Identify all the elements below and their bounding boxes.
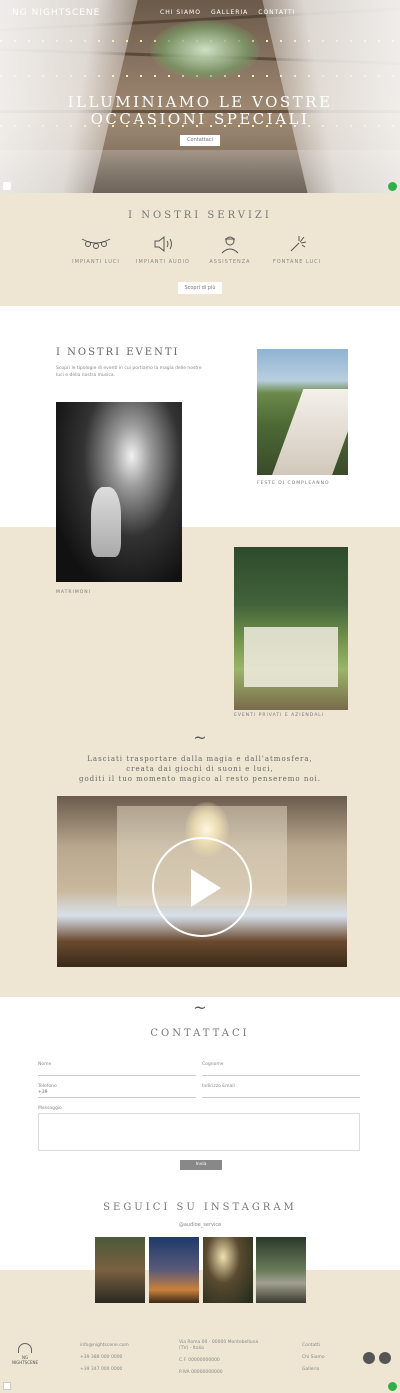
phone-field[interactable]: +39 <box>38 1090 196 1098</box>
string-lights-icon <box>81 238 111 249</box>
speaker-icon <box>154 235 172 253</box>
services-title: I NOSTRI SERVIZI <box>128 210 272 221</box>
instagram-icon[interactable] <box>363 1352 375 1364</box>
phone-label: Telefono <box>38 1084 57 1089</box>
floral-chandelier <box>150 20 260 80</box>
instagram-post[interactable] <box>149 1237 199 1303</box>
technician-icon <box>221 236 239 254</box>
message-textarea[interactable] <box>38 1113 360 1151</box>
email-label: Indirizzo Email <box>202 1084 235 1089</box>
events-title: I NOSTRI EVENTI <box>56 347 180 358</box>
footer-link-contatti[interactable]: Contatti <box>302 1343 325 1349</box>
footer-address: Via Roma 00 - 00000 Montebelluna (TV) - … <box>179 1340 259 1375</box>
contact-title: CONTATTACI <box>150 1028 250 1039</box>
event-photo-private[interactable] <box>234 547 348 710</box>
email-field[interactable] <box>202 1090 360 1098</box>
instagram-post[interactable] <box>256 1237 306 1303</box>
service-impianti-luci[interactable]: IMPIANTI LUCI <box>66 233 126 265</box>
accessibility-icon[interactable] <box>3 182 11 190</box>
event-caption-birthday[interactable]: FESTE DI COMPLEANNO <box>257 481 330 486</box>
footer-links: Contatti Chi Siamo Galleria <box>302 1343 325 1373</box>
site-logo[interactable]: NG NIGHTSCENE <box>12 8 100 18</box>
facebook-icon[interactable] <box>379 1352 391 1364</box>
message-label: Messaggio <box>38 1106 62 1111</box>
whatsapp-icon[interactable] <box>388 1382 397 1391</box>
services-section: I NOSTRI SERVIZI IMPIANTI LUCI IMPIANTI … <box>0 193 400 306</box>
nav-item-contatti[interactable]: CONTATTI <box>258 9 295 16</box>
footer-link-galleria[interactable]: Galleria <box>302 1367 325 1373</box>
event-caption-wedding[interactable]: MATRIMONI <box>56 590 91 595</box>
event-caption-private[interactable]: EVENTI PRIVATI E AZIENDALI <box>234 713 324 718</box>
surname-label: Cognome <box>202 1062 224 1067</box>
accessibility-icon[interactable] <box>3 1382 11 1390</box>
logo-mark-icon <box>18 1343 32 1353</box>
hero-contact-button[interactable]: Contattaci <box>180 135 220 146</box>
name-field[interactable] <box>38 1068 196 1076</box>
events-description: Scopri le tipologie di eventi in cui por… <box>56 366 202 378</box>
nav-item-chi-siamo[interactable]: CHI SIAMO <box>160 9 201 16</box>
event-photo-wedding[interactable] <box>56 402 182 582</box>
event-photo-birthday[interactable] <box>257 349 348 475</box>
footer-contacts: info@nightscene.com +39 388 000 0000 +39… <box>80 1343 129 1372</box>
footer-logo[interactable]: NG NIGHTSCENE <box>10 1343 40 1365</box>
phone-prefix[interactable]: +39 <box>38 1090 48 1095</box>
main-nav: CHI SIAMO GALLERIA CONTATTI <box>160 9 295 16</box>
instagram-title: SEGUICI SU INSTAGRAM <box>103 1202 297 1213</box>
surname-field[interactable] <box>202 1068 360 1076</box>
hero-title: ILLUMINIAMO LE VOSTRE OCCASIONI SPECIALI <box>67 93 333 128</box>
services-more-button[interactable]: Scopri di più <box>178 282 222 294</box>
play-icon[interactable] <box>152 837 252 937</box>
instagram-post[interactable] <box>95 1237 145 1303</box>
service-impianti-audio[interactable]: IMPIANTI AUDIO <box>133 233 193 265</box>
sparkler-icon <box>290 236 307 252</box>
whatsapp-icon[interactable] <box>388 182 397 191</box>
service-fontane-luci[interactable]: FONTANE LUCI <box>267 233 327 265</box>
nav-item-galleria[interactable]: GALLERIA <box>211 9 248 16</box>
instagram-post[interactable] <box>203 1237 253 1303</box>
name-label: Nome <box>38 1062 52 1067</box>
footer-link-chi-siamo[interactable]: Chi Siamo <box>302 1355 325 1361</box>
service-assistenza[interactable]: ASSISTENZA <box>200 233 260 265</box>
quote-text: Lasciati trasportare dalla magia e dall'… <box>78 755 322 783</box>
instagram-handle[interactable]: @audioe_service <box>0 1222 400 1228</box>
divider-tilde: ~ <box>193 728 207 747</box>
video-player[interactable] <box>57 796 347 967</box>
submit-button[interactable]: Invia <box>180 1160 222 1170</box>
divider-tilde: ~ <box>193 998 207 1017</box>
